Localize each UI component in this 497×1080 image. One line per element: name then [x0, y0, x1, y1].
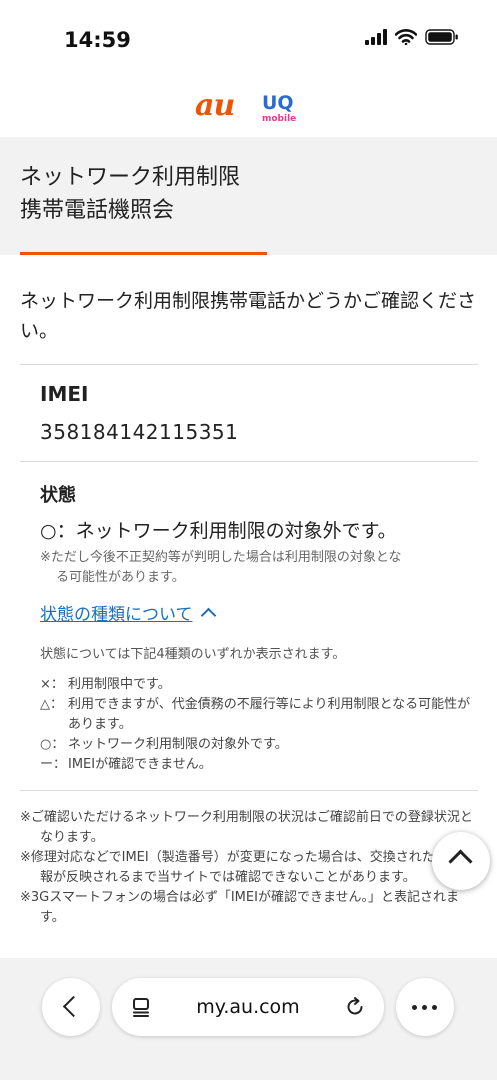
divider: [20, 364, 478, 365]
list-item: ー： IMEIが確認できません。: [40, 755, 480, 775]
chevron-up-icon: [200, 607, 216, 623]
status-type-text: 利用できますが、代金債務の不履行等により利用制限となる可能性があります。: [68, 697, 471, 732]
uq-mobile-logo-text: mobile: [262, 114, 297, 124]
page-title-band: ネットワーク利用制限 携帯電話機照会: [0, 137, 497, 255]
footnote: ※ご確認いただけるネットワーク利用制限の状況はご確認前日での登録状況となります。: [20, 810, 473, 845]
status-types-link-label: 状態の種類について: [40, 605, 193, 625]
battery-icon: [425, 29, 458, 45]
status-types-list: ×： 利用制限中です。 △： 利用できますが、代金債務の不履行等により利用制限と…: [40, 675, 480, 775]
status-symbol: ○：: [40, 737, 65, 752]
footnote: ※3Gスマートフォンの場合は必ず「IMEIが確認できません。」と表記されます。: [20, 890, 460, 925]
status-value: ○：ネットワーク利用制限の対象外です。: [40, 520, 397, 542]
status-bar: 14:59: [0, 0, 497, 70]
status-type-text: IMEIが確認できません。: [68, 757, 212, 772]
title-accent-underline: [20, 252, 267, 255]
status-time: 14:59: [64, 28, 131, 52]
status-type-text: 利用制限中です。: [68, 677, 171, 692]
status-symbol: ー：: [40, 757, 67, 772]
list-item: ○： ネットワーク利用制限の対象外です。: [40, 735, 480, 755]
status-symbol: ×：: [40, 677, 64, 692]
address-bar[interactable]: my.au.com: [112, 978, 384, 1036]
list-item: ×： 利用制限中です。: [40, 675, 480, 695]
au-logo: au: [195, 88, 235, 123]
intro-text: ネットワーク利用制限携帯電話かどうかご確認ください。: [20, 290, 477, 342]
imei-label: IMEI: [40, 382, 89, 406]
status-symbol: △：: [40, 697, 63, 712]
status-note: ※ただし今後不正契約等が判明した場合は利用制限の対象とな る可能性があります。: [40, 548, 480, 588]
uq-logo: UQ: [262, 92, 294, 114]
status-label: 状態: [40, 485, 76, 506]
footnotes: ※ご確認いただけるネットワーク利用制限の状況はご確認前日での登録状況となります。…: [20, 808, 475, 928]
page-title-line2: 携帯電話機照会: [20, 198, 175, 223]
imei-value: 358184142115351: [40, 420, 239, 444]
page-title: ネットワーク利用制限 携帯電話機照会: [20, 161, 240, 227]
status-types-toggle[interactable]: 状態の種類について: [40, 600, 216, 625]
status-note-line2: る可能性があります。: [56, 570, 185, 585]
scroll-to-top-button[interactable]: [432, 832, 490, 890]
more-options-button[interactable]: [396, 978, 454, 1036]
footnote: ※修理対応などでIMEI（製造番号）が変更になった場合は、交換された旨の情報が反…: [20, 850, 474, 885]
status-type-text: ネットワーク利用制限の対象外です。: [68, 737, 288, 752]
brand-logo[interactable]: au UQ mobile: [0, 88, 497, 128]
divider: [20, 790, 478, 791]
browser-toolbar: my.au.com: [0, 958, 497, 1080]
chevron-left-icon: [62, 995, 85, 1018]
back-button[interactable]: [42, 978, 100, 1036]
list-item: △： 利用できますが、代金債務の不履行等により利用制限となる可能性があります。: [40, 695, 480, 735]
ellipsis-icon: [412, 1005, 437, 1010]
status-types-description: 状態については下記4種類のいずれか表示されます。: [40, 647, 346, 662]
status-note-line1: ※ただし今後不正契約等が判明した場合は利用制限の対象とな: [40, 550, 402, 565]
wifi-icon: [395, 29, 417, 45]
divider: [20, 461, 478, 462]
reload-icon[interactable]: [344, 996, 366, 1018]
status-icons: [365, 29, 459, 45]
signal-icon: [365, 29, 387, 45]
page-title-line1: ネットワーク利用制限: [20, 165, 241, 190]
chevron-up-icon: [448, 849, 473, 874]
